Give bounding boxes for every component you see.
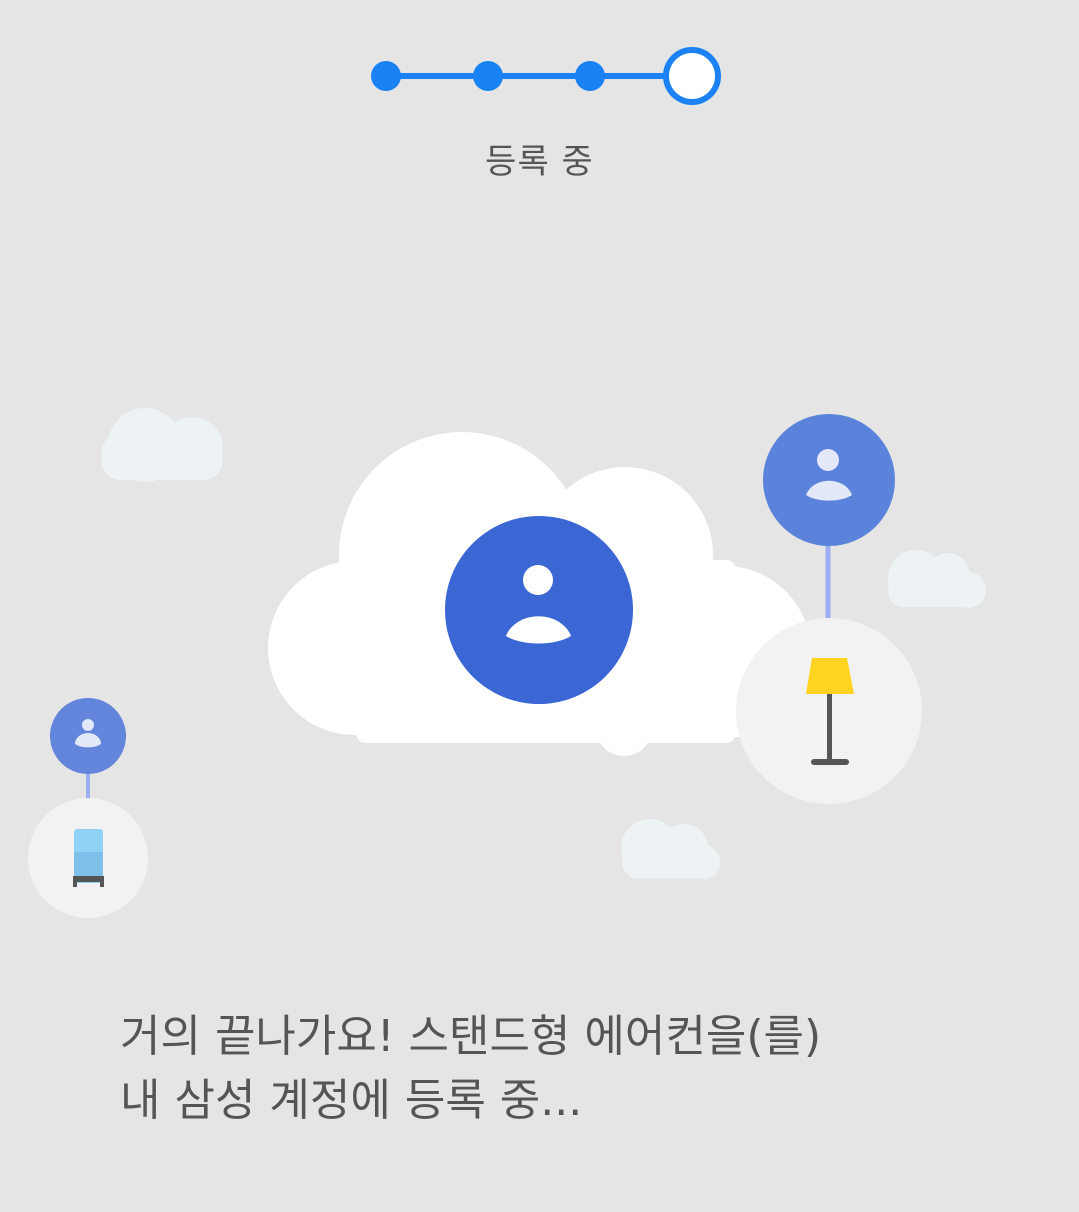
account-icon (763, 414, 895, 546)
account-icon (50, 698, 126, 774)
air-purifier-icon (28, 798, 148, 918)
account-icon (445, 516, 633, 704)
status-message-line-2: 내 삼성 계정에 등록 중... (120, 1075, 583, 1126)
standing-lamp-icon (736, 618, 922, 804)
small-cloud-icon (888, 550, 986, 608)
small-cloud-icon (101, 408, 223, 482)
status-message: 거의 끝나가요! 스탠드형 에어컨을(를) 내 삼성 계정에 등록 중... (120, 1005, 1000, 1133)
status-message-line-1: 거의 끝나가요! 스탠드형 에어컨을(를) (120, 1011, 822, 1062)
small-cloud-icon (621, 819, 720, 879)
